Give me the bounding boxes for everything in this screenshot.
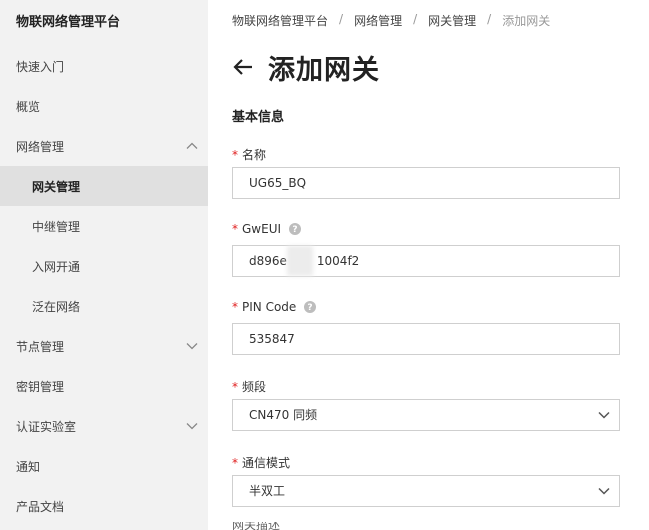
sidebar-item-key-management[interactable]: 密钥管理 — [0, 366, 208, 406]
chevron-down-icon — [598, 487, 610, 495]
band-select-value: CN470 同频 — [249, 408, 318, 422]
breadcrumb-separator: / — [413, 12, 418, 26]
name-input[interactable] — [232, 167, 620, 199]
main-content: 物联网络管理平台 / 网络管理 / 网关管理 / 添加网关 添加网关 基本信息 … — [208, 0, 649, 530]
breadcrumb-separator: / — [339, 12, 344, 26]
sidebar-item-ubiquitous-network[interactable]: 泛在网络 — [0, 286, 208, 326]
next-field-label: 网关描述 — [232, 522, 281, 530]
sidebar-item-overview[interactable]: 概览 — [0, 86, 208, 126]
gweui-value-prefix: d896e — [249, 254, 287, 268]
sidebar-item-gateway-management[interactable]: 网关管理 — [0, 166, 208, 206]
sidebar-item-certification-lab[interactable]: 认证实验室 — [0, 406, 208, 446]
gweui-label: * GwEUI ? — [232, 222, 302, 236]
gweui-input[interactable]: d896e 1004f2 — [232, 245, 620, 277]
sidebar-item-node-management[interactable]: 节点管理 — [0, 326, 208, 366]
breadcrumb-separator: / — [487, 12, 492, 26]
pin-code-label: * PIN Code ? — [232, 300, 317, 314]
sidebar-item-network-management[interactable]: 网络管理 — [0, 126, 208, 166]
arrow-left-icon[interactable] — [232, 56, 254, 78]
sidebar-item-notifications[interactable]: 通知 — [0, 446, 208, 486]
gweui-value-suffix: 1004f2 — [316, 254, 360, 268]
sidebar: 物联网络管理平台 快速入门 概览 网络管理 网关管理 中继管理 入网开通 泛在网… — [0, 0, 208, 530]
sidebar-item-relay-management[interactable]: 中继管理 — [0, 206, 208, 246]
required-mark: * — [232, 379, 238, 394]
pin-code-input[interactable] — [232, 323, 620, 355]
required-mark: * — [232, 300, 238, 314]
chevron-down-icon — [186, 423, 198, 430]
mode-select-value: 半双工 — [249, 484, 286, 498]
sidebar-item-network-access[interactable]: 入网开通 — [0, 246, 208, 286]
breadcrumb-item-current: 添加网关 — [502, 14, 551, 28]
section-title: 基本信息 — [232, 110, 285, 125]
breadcrumb-item-network-management[interactable]: 网络管理 — [354, 12, 402, 29]
chevron-down-icon — [598, 411, 610, 419]
name-label: * 名称 — [232, 147, 267, 163]
mode-label: * 通信模式 — [232, 455, 291, 471]
mode-select[interactable]: 半双工 — [232, 475, 620, 507]
svg-text:?: ? — [292, 225, 297, 235]
breadcrumb: 物联网络管理平台 / 网络管理 / 网关管理 / 添加网关 — [232, 12, 550, 29]
required-mark: * — [232, 455, 238, 470]
chevron-down-icon — [186, 343, 198, 350]
breadcrumb-item-platform[interactable]: 物联网络管理平台 — [232, 12, 328, 29]
question-circle-icon[interactable]: ? — [304, 301, 317, 313]
page-title: 添加网关 — [268, 55, 380, 86]
band-select[interactable]: CN470 同频 — [232, 399, 620, 431]
required-mark: * — [232, 222, 238, 236]
required-mark: * — [232, 147, 238, 162]
band-label: * 频段 — [232, 379, 267, 395]
sidebar-item-product-docs[interactable]: 产品文档 — [0, 486, 208, 526]
question-circle-icon[interactable]: ? — [289, 223, 302, 235]
chevron-up-icon — [186, 142, 198, 149]
breadcrumb-item-gateway-management[interactable]: 网关管理 — [428, 12, 476, 29]
sidebar-item-quickstart[interactable]: 快速入门 — [0, 46, 208, 86]
svg-text:?: ? — [308, 303, 313, 313]
app-title: 物联网络管理平台 — [16, 15, 121, 30]
redaction-blur — [287, 246, 313, 276]
